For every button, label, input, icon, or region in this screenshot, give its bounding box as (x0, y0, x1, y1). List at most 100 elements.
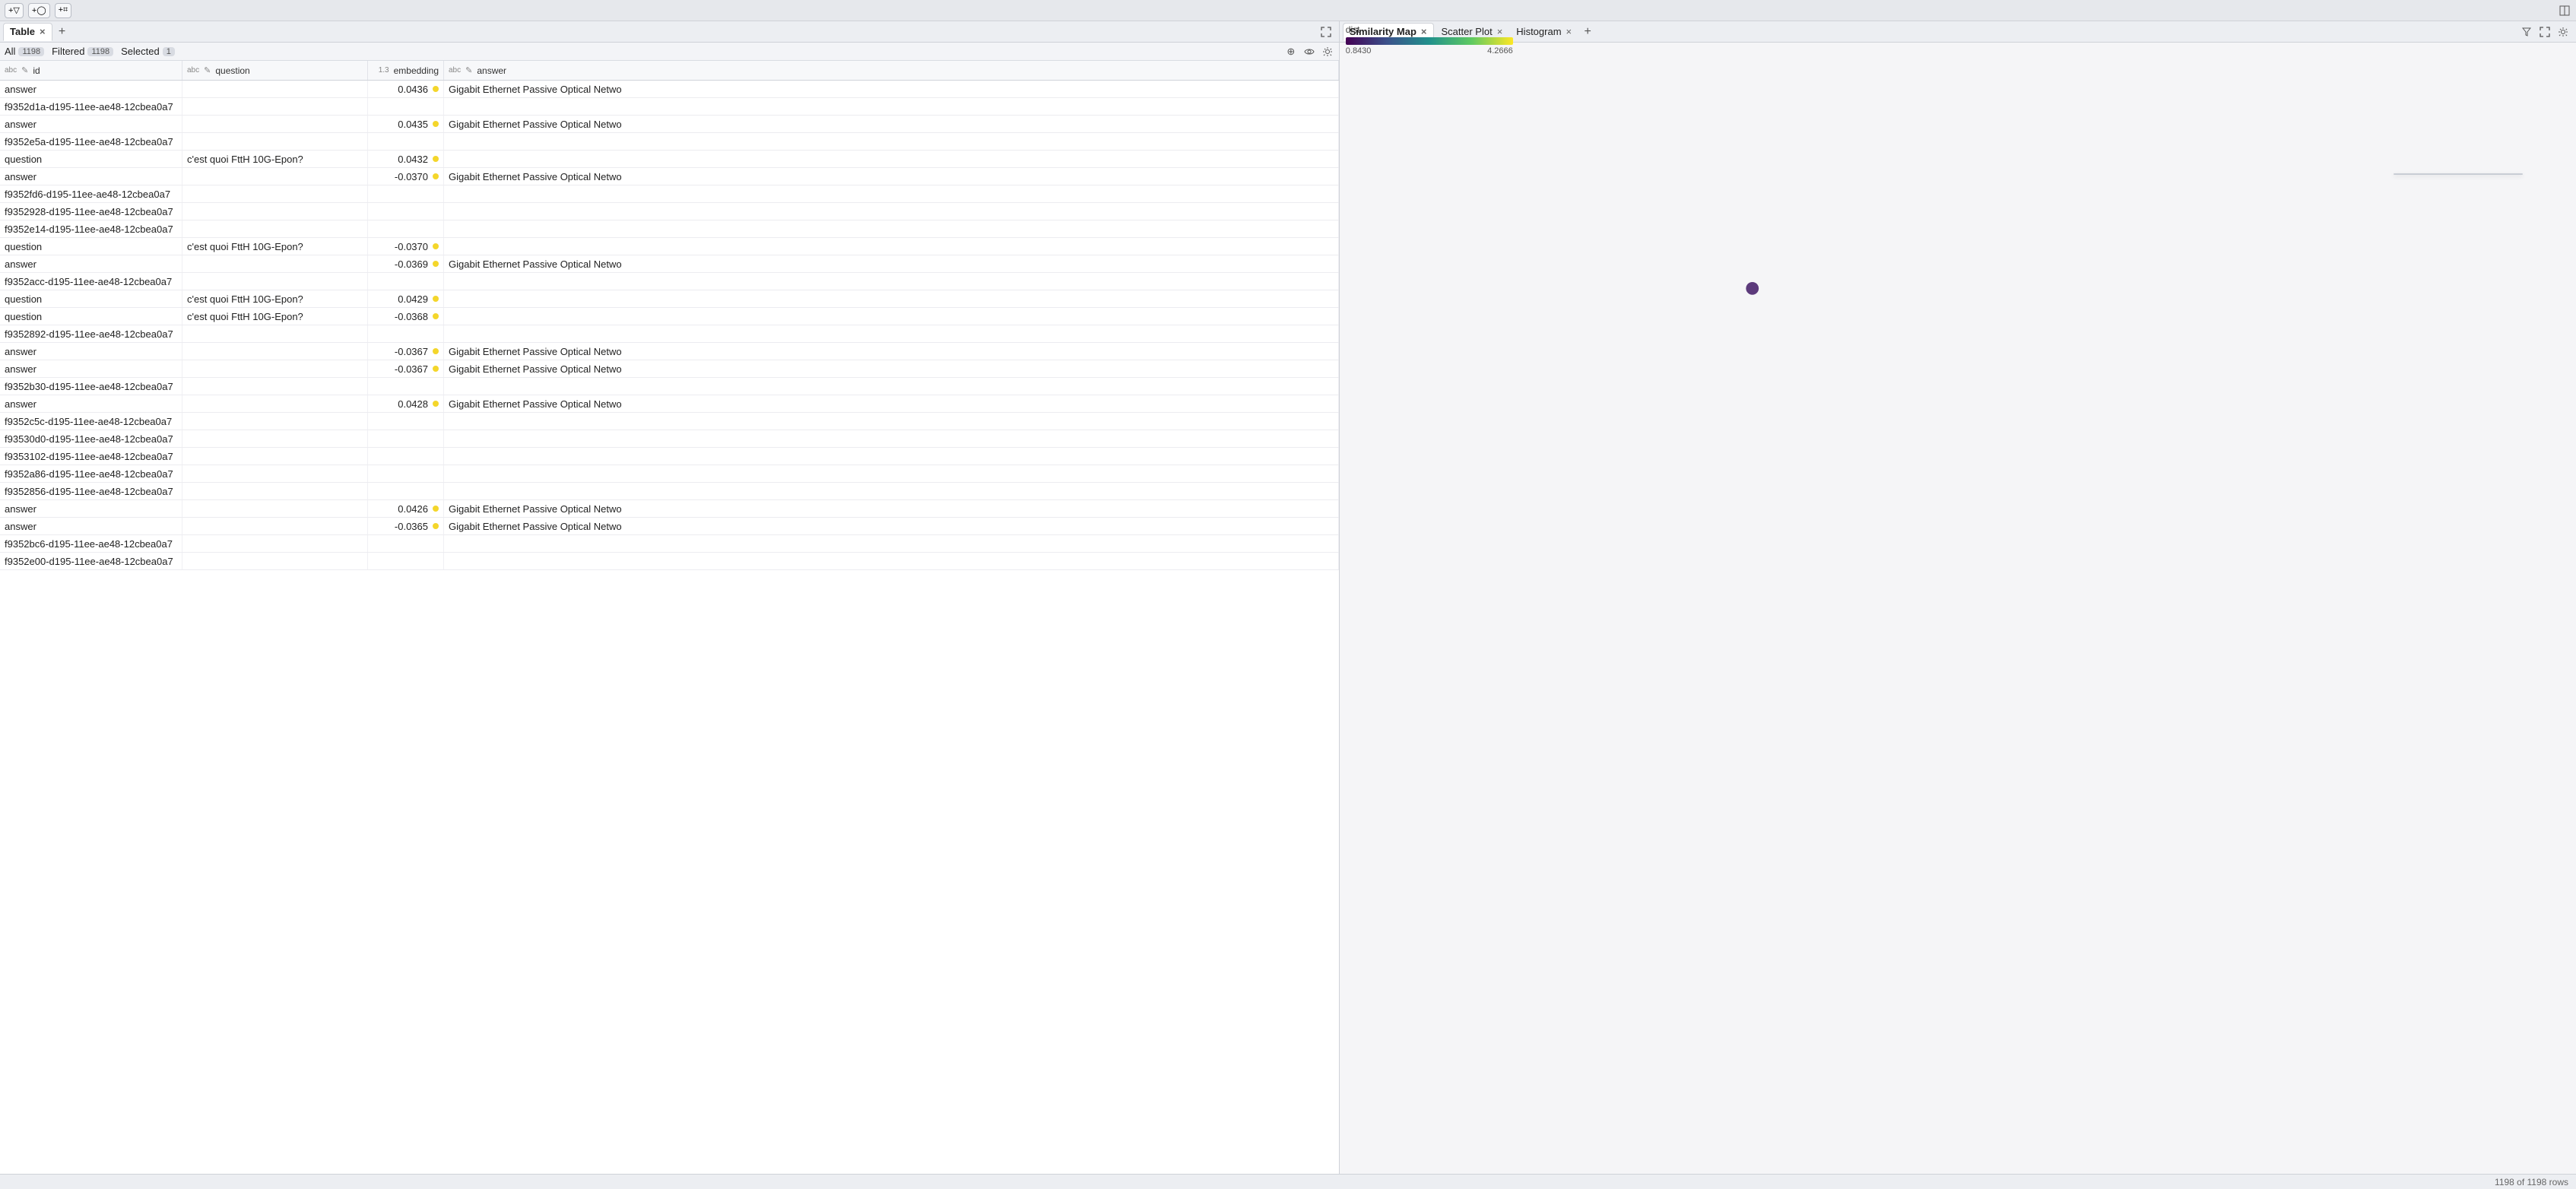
table-row[interactable]: questionc'est quoi FttH 10G-Epon?0.0429 (0, 290, 1339, 308)
cell-answer (444, 133, 1339, 150)
table-row[interactable]: f9352acc-d195-11ee-ae48-12cbea0a7 (0, 273, 1339, 290)
table-row[interactable]: questionc'est quoi FttH 10G-Epon?-0.0368 (0, 308, 1339, 325)
cell-question (182, 273, 368, 290)
column-header-question[interactable]: abc ✎ question (182, 61, 368, 80)
table-row[interactable]: questionc'est quoi FttH 10G-Epon?-0.0370 (0, 238, 1339, 255)
table-row[interactable]: answer-0.0367Gigabit Ethernet Passive Op… (0, 343, 1339, 360)
table-row[interactable]: answer-0.0367Gigabit Ethernet Passive Op… (0, 360, 1339, 378)
table-row[interactable]: f9352e00-d195-11ee-ae48-12cbea0a7 (0, 553, 1339, 570)
gear-icon[interactable] (1321, 45, 1334, 59)
cell-answer (444, 220, 1339, 237)
cell-answer: Gigabit Ethernet Passive Optical Netwo (444, 518, 1339, 534)
cell-answer (444, 273, 1339, 290)
cell-id: answer (0, 360, 182, 377)
add-tab-button[interactable]: + (1579, 24, 1596, 40)
filter-icon[interactable] (2520, 25, 2533, 39)
table-row[interactable]: f9353102-d195-11ee-ae48-12cbea0a7 (0, 448, 1339, 465)
cell-embedding (368, 220, 444, 237)
cell-question (182, 448, 368, 465)
table-row[interactable]: answer-0.0365Gigabit Ethernet Passive Op… (0, 518, 1339, 535)
table-row[interactable]: f9352c5c-d195-11ee-ae48-12cbea0a7 (0, 413, 1339, 430)
cell-answer (444, 535, 1339, 552)
cell-question (182, 185, 368, 202)
similarity-map-canvas[interactable] (1343, 64, 2573, 1171)
column-header-answer[interactable]: abc ✎ answer (444, 61, 1339, 80)
add-highlight-button[interactable]: +◯ (28, 3, 50, 18)
table-row[interactable]: f9352d1a-d195-11ee-ae48-12cbea0a7 (0, 98, 1339, 116)
table-row[interactable]: answer-0.0370Gigabit Ethernet Passive Op… (0, 168, 1339, 185)
table-row[interactable]: answer0.0426Gigabit Ethernet Passive Opt… (0, 500, 1339, 518)
table-row[interactable]: f93530d0-d195-11ee-ae48-12cbea0a7 (0, 430, 1339, 448)
cell-answer (444, 378, 1339, 395)
table-row[interactable]: f9352928-d195-11ee-ae48-12cbea0a7 (0, 203, 1339, 220)
layout-icon[interactable] (2558, 4, 2571, 17)
edit-icon: ✎ (21, 65, 28, 75)
cell-id: f9353102-d195-11ee-ae48-12cbea0a7 (0, 448, 182, 465)
cell-id: f9352bc6-d195-11ee-ae48-12cbea0a7 (0, 535, 182, 552)
cell-answer: Gigabit Ethernet Passive Optical Netwo (444, 500, 1339, 517)
scatter-point[interactable] (1746, 282, 1759, 295)
table-row[interactable]: f9352856-d195-11ee-ae48-12cbea0a7 (0, 483, 1339, 500)
value-dot-icon (433, 86, 439, 92)
tab-histogram[interactable]: Histogram × (1510, 23, 1578, 41)
value-dot-icon (433, 261, 439, 267)
cell-answer: Gigabit Ethernet Passive Optical Netwo (444, 343, 1339, 360)
table-row[interactable]: f9352b30-d195-11ee-ae48-12cbea0a7 (0, 378, 1339, 395)
edit-icon: ✎ (204, 65, 211, 75)
add-tab-button[interactable]: + (54, 24, 71, 40)
table-row[interactable]: answer-0.0369Gigabit Ethernet Passive Op… (0, 255, 1339, 273)
add-filter-button[interactable]: +▽ (5, 3, 24, 18)
table-row[interactable]: f9352bc6-d195-11ee-ae48-12cbea0a7 (0, 535, 1339, 553)
status-bar: 1198 of 1198 rows (0, 1174, 2576, 1189)
cell-embedding: 0.0426 (368, 500, 444, 517)
cell-embedding (368, 133, 444, 150)
table-row[interactable]: answer0.0435Gigabit Ethernet Passive Opt… (0, 116, 1339, 133)
filter-filtered[interactable]: Filtered 1198 (52, 46, 113, 57)
cell-embedding (368, 448, 444, 465)
filter-selected[interactable]: Selected 1 (121, 46, 175, 57)
value-dot-icon (433, 313, 439, 319)
close-icon[interactable]: × (40, 26, 46, 37)
cell-embedding: -0.0368 (368, 308, 444, 325)
cell-id: answer (0, 343, 182, 360)
fullscreen-icon[interactable] (2538, 25, 2552, 39)
filter-all[interactable]: All 1198 (5, 46, 44, 57)
table-row[interactable]: questionc'est quoi FttH 10G-Epon?0.0432 (0, 151, 1339, 168)
tab-table[interactable]: Table × (3, 23, 52, 41)
column-header-id[interactable]: abc ✎ id (0, 61, 182, 80)
cell-id: f9352e00-d195-11ee-ae48-12cbea0a7 (0, 553, 182, 569)
hover-tooltip (2394, 173, 2523, 175)
table-row[interactable]: f9352e5a-d195-11ee-ae48-12cbea0a7 (0, 133, 1339, 151)
table-row[interactable]: f9352fd6-d195-11ee-ae48-12cbea0a7 (0, 185, 1339, 203)
table-row[interactable]: f9352a86-d195-11ee-ae48-12cbea0a7 (0, 465, 1339, 483)
cell-embedding (368, 483, 444, 499)
add-column-icon[interactable]: ⊕ (1284, 45, 1298, 59)
cell-embedding: 0.0435 (368, 116, 444, 132)
table-row[interactable]: answer0.0428Gigabit Ethernet Passive Opt… (0, 395, 1339, 413)
cell-question (182, 81, 368, 97)
column-header-embedding[interactable]: 1.3 embedding (368, 61, 444, 80)
close-icon[interactable]: × (1566, 26, 1572, 37)
legend-gradient (1346, 37, 1513, 45)
table-row[interactable]: answer0.0436Gigabit Ethernet Passive Opt… (0, 81, 1339, 98)
add-column-button[interactable]: +⌗ (55, 3, 72, 18)
cell-embedding: -0.0369 (368, 255, 444, 272)
cell-embedding: 0.0429 (368, 290, 444, 307)
cell-question (182, 220, 368, 237)
value-dot-icon (433, 523, 439, 529)
cell-embedding (368, 273, 444, 290)
visibility-icon[interactable] (1302, 45, 1316, 59)
cell-id: question (0, 238, 182, 255)
cell-embedding (368, 413, 444, 430)
fullscreen-icon[interactable] (1319, 25, 1333, 39)
table-row[interactable]: f9352e14-d195-11ee-ae48-12cbea0a7 (0, 220, 1339, 238)
value-dot-icon (433, 366, 439, 372)
table-body[interactable]: answer0.0436Gigabit Ethernet Passive Opt… (0, 81, 1339, 1174)
cell-question (182, 553, 368, 569)
cell-question (182, 413, 368, 430)
table-row[interactable]: f9352892-d195-11ee-ae48-12cbea0a7 (0, 325, 1339, 343)
cell-question (182, 535, 368, 552)
cell-question (182, 343, 368, 360)
gear-icon[interactable] (2556, 25, 2570, 39)
cell-id: f9352acc-d195-11ee-ae48-12cbea0a7 (0, 273, 182, 290)
